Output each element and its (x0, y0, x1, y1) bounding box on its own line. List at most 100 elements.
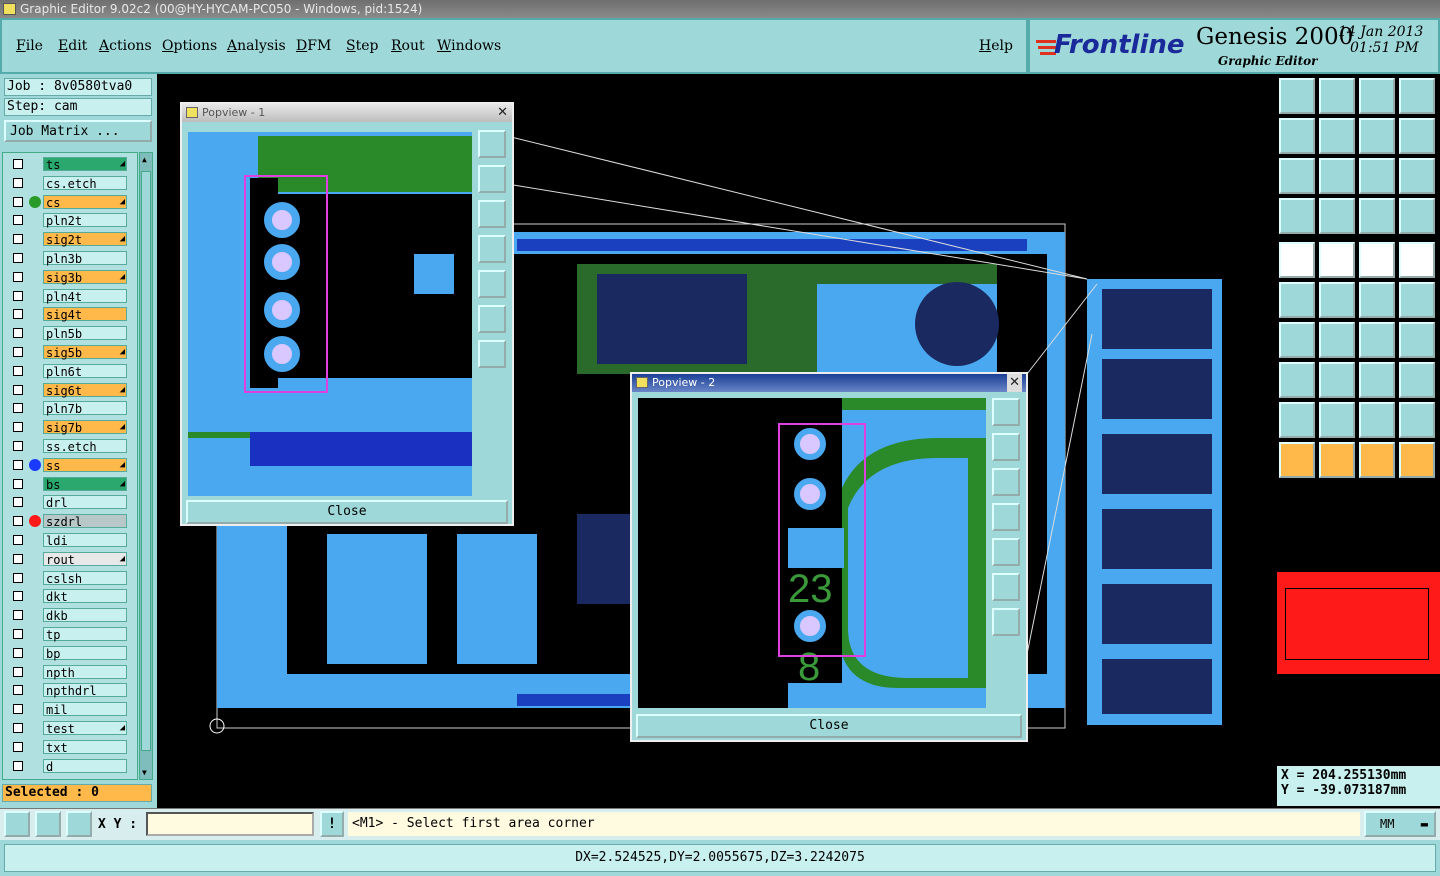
popview-2-titlebar[interactable]: Popview - 2 ✕ (632, 374, 1026, 392)
popview-1-canvas[interactable] (188, 132, 472, 496)
zoom-1to2-icon[interactable] (1359, 158, 1395, 194)
layer-row-pln2t[interactable]: pln2t (9, 213, 127, 228)
layer-checkbox[interactable] (13, 271, 23, 282)
layer-checkbox[interactable] (13, 441, 23, 451)
layer-checkbox[interactable] (13, 497, 23, 508)
triangle4-icon[interactable] (1399, 402, 1435, 438)
popview-2-window[interactable]: Popview - 2 ✕ 23 8 Close (630, 372, 1028, 742)
layer-row-sig4t[interactable]: sig4t (9, 307, 127, 322)
layer-row-pln4t[interactable]: pln4t (9, 288, 127, 304)
menu-help[interactable]: Help (979, 38, 1013, 54)
layer-checkbox[interactable] (13, 365, 23, 376)
layer-row-sig2t[interactable]: sig2t ◢ (9, 232, 127, 247)
popview-2-canvas[interactable]: 23 8 (638, 398, 986, 708)
line2-icon[interactable] (1319, 322, 1355, 358)
layer-checkbox[interactable] (13, 516, 23, 527)
zoom-split-icon[interactable] (1399, 78, 1435, 114)
layer-name[interactable]: dkb (43, 608, 127, 623)
layer-row-npthdrl[interactable]: npthdrl (9, 683, 127, 698)
layer-row-mil[interactable]: mil (9, 702, 127, 717)
layer-row-rout[interactable]: rout ◢ (9, 551, 127, 567)
zoom-fit-icon[interactable] (1279, 158, 1315, 194)
layer-checkbox[interactable] (13, 478, 23, 489)
scroll-down-icon[interactable]: ▼ (142, 768, 147, 777)
cross-icon[interactable] (1319, 282, 1355, 318)
layer-row-txt[interactable]: txt (9, 739, 127, 755)
layer-row-sig3b[interactable]: sig3b ◢ (9, 269, 127, 285)
layer-checkbox[interactable] (13, 290, 23, 301)
layer-name[interactable]: txt (43, 739, 127, 755)
layer-checkbox[interactable] (13, 760, 23, 771)
route-icon[interactable] (1399, 442, 1435, 478)
layer-checkbox[interactable] (13, 384, 23, 395)
popview-2-close-button[interactable]: Close (636, 714, 1022, 738)
layer-checkbox[interactable] (13, 666, 23, 677)
layer-row-pln7b[interactable]: pln7b (9, 401, 127, 416)
pan-up-icon[interactable] (478, 165, 506, 193)
snap-icon[interactable] (1319, 198, 1355, 234)
menu-options[interactable]: Options (162, 38, 217, 54)
layer-checkbox[interactable] (13, 647, 23, 658)
layer-name[interactable]: test (43, 721, 127, 736)
triangle2-icon[interactable] (1319, 402, 1355, 438)
copy-icon[interactable] (1399, 282, 1435, 318)
menu-windows[interactable]: Windows (437, 38, 501, 54)
pointer2-icon[interactable] (1319, 442, 1355, 478)
overview-panel[interactable] (1277, 486, 1440, 766)
layer-row-d[interactable]: d (9, 758, 127, 774)
layer-checkbox[interactable] (13, 328, 23, 339)
menu-actions[interactable]: Actions (99, 38, 152, 54)
layer-name[interactable]: rout (43, 551, 127, 567)
layer-checkbox[interactable] (13, 685, 23, 696)
zoom-home2-icon[interactable] (1359, 78, 1395, 114)
zoom-in-icon[interactable] (992, 573, 1020, 601)
zoom-step-icon[interactable] (1359, 118, 1395, 154)
layer-checkbox[interactable] (13, 535, 23, 545)
layer-row-cs-etch[interactable]: cs.etch (9, 175, 127, 191)
popview-1-window[interactable]: Popview - 1 ✕ Close (180, 102, 514, 526)
layer-name[interactable]: bp (43, 645, 127, 661)
menu-rout[interactable]: Rout (391, 38, 425, 54)
layer-checkbox[interactable] (13, 741, 23, 752)
zoom-home-icon[interactable] (1279, 78, 1315, 114)
pointer3-icon[interactable] (1359, 442, 1395, 478)
layer-name[interactable]: cslsh (43, 570, 127, 586)
pan-left-icon[interactable] (1279, 118, 1315, 154)
menu-file[interactable]: File (16, 38, 43, 54)
grid-icon[interactable] (66, 811, 92, 837)
layer-name[interactable]: ldi (43, 533, 127, 548)
layer-checkbox[interactable] (13, 309, 23, 320)
scroll-thumb[interactable] (141, 171, 151, 751)
pan-down-icon[interactable] (478, 200, 506, 228)
layer-scrollbar[interactable]: ▲ ▼ (139, 152, 153, 780)
xy-input[interactable] (146, 812, 314, 836)
menu-edit[interactable]: Edit (58, 38, 87, 54)
measure-icon[interactable] (1279, 198, 1315, 234)
layer-name[interactable]: drl (43, 495, 127, 510)
layer-row-test[interactable]: test ◢ (9, 721, 127, 736)
layer-checkbox[interactable] (13, 422, 23, 433)
pads-icon[interactable] (1399, 362, 1435, 398)
zoom-center-icon[interactable] (1319, 158, 1355, 194)
layer-checkbox[interactable] (13, 253, 23, 263)
line-icon[interactable] (1279, 322, 1315, 358)
layer-row-sig5b[interactable]: sig5b ◢ (9, 345, 127, 360)
alert-icon[interactable]: ! (320, 811, 344, 837)
ruler-icon[interactable] (1359, 242, 1395, 278)
zoom-arrange-icon[interactable] (1399, 118, 1435, 154)
layer-row-tp[interactable]: tp (9, 627, 127, 642)
menu-step[interactable]: Step (346, 38, 378, 54)
zoom-out-icon[interactable] (992, 608, 1020, 636)
pan-left-icon[interactable] (478, 235, 506, 263)
layer-name[interactable]: szdrl (43, 514, 127, 529)
pan-right-icon[interactable] (992, 538, 1020, 566)
layer-name[interactable]: sig5b (43, 345, 127, 360)
layer-name[interactable]: ss (43, 457, 127, 473)
layer-checkbox[interactable] (13, 629, 23, 639)
move-icon[interactable] (1359, 282, 1395, 318)
layer-name[interactable]: ss.etch (43, 439, 127, 454)
layer-checkbox[interactable] (13, 196, 23, 207)
layer-checkbox[interactable] (13, 704, 23, 715)
feature-select-icon[interactable] (1279, 242, 1315, 278)
layer-name[interactable]: mil (43, 702, 127, 717)
